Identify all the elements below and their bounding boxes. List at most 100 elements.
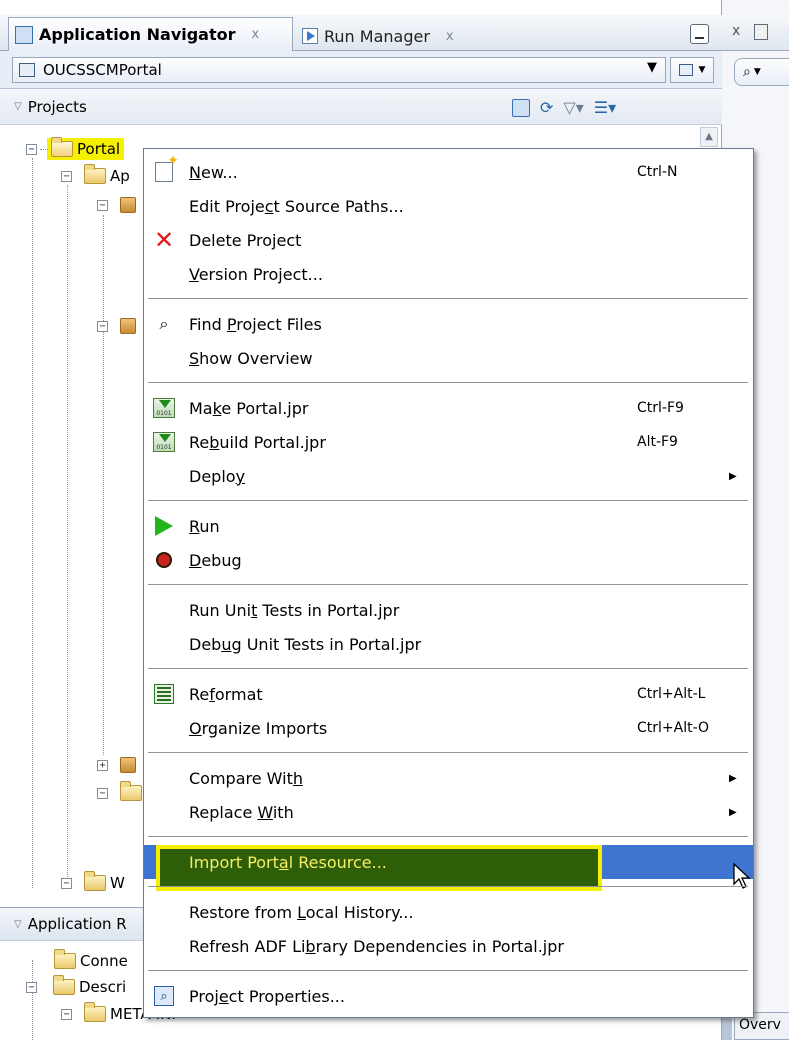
menu-item[interactable]: ⌕ Find Project Files bbox=[144, 307, 753, 341]
collapse-icon[interactable]: − bbox=[97, 787, 108, 799]
menu-item[interactable]: 0101 Make Portal.jpr Ctrl-F9 bbox=[144, 391, 753, 425]
menu-item-mnemonic: h bbox=[292, 768, 303, 788]
collapse-icon[interactable]: − bbox=[26, 981, 37, 993]
folder-icon bbox=[84, 871, 106, 891]
menu-item[interactable]: 0101 Rebuild Portal.jpr Alt-F9 bbox=[144, 425, 753, 459]
scroll-up-button[interactable]: ▲ bbox=[700, 127, 718, 147]
collapse-icon[interactable]: − bbox=[61, 170, 72, 182]
menu-item-mnemonic: L bbox=[297, 902, 306, 922]
application-selector[interactable]: OUCSSCMPortal ▼ bbox=[12, 57, 666, 83]
tree-item-descriptors[interactable]: − Descri bbox=[26, 974, 126, 1000]
menu-item-label-text: roject Files bbox=[236, 314, 322, 334]
menu-separator bbox=[148, 382, 748, 383]
menu-item-shortcut: Alt-F9 bbox=[637, 434, 678, 450]
tree-item-application-sources[interactable]: − Ap bbox=[61, 163, 130, 189]
chevron-down-icon[interactable]: ▼ bbox=[647, 60, 657, 75]
folder-icon bbox=[54, 949, 76, 969]
menu-item-label-text: ct Properties... bbox=[228, 986, 345, 1006]
menu-separator bbox=[148, 752, 748, 753]
menu-item-mnemonic: V bbox=[189, 264, 199, 284]
application-resources-header[interactable]: ▽ Application R bbox=[0, 907, 160, 941]
tab-run-manager[interactable]: Run Manager x bbox=[296, 21, 472, 51]
collapse-icon[interactable]: − bbox=[26, 143, 37, 155]
tree-item-package[interactable]: − bbox=[97, 192, 136, 218]
menu-item-label: Make Portal.jpr bbox=[189, 399, 308, 418]
tab-application-navigator[interactable]: Application Navigator x bbox=[8, 17, 293, 51]
collapse-icon[interactable]: − bbox=[61, 1008, 72, 1020]
folder-icon bbox=[53, 975, 75, 995]
folder-icon bbox=[120, 781, 142, 801]
menu-item[interactable]: Refresh ADF Library Dependencies in Port… bbox=[144, 929, 753, 963]
tree-item-package[interactable]: + bbox=[97, 752, 136, 778]
menu-item[interactable]: New... Ctrl-N bbox=[144, 153, 753, 189]
menu-item-mnemonic: W bbox=[257, 802, 273, 822]
application-menu-button[interactable]: ▼ bbox=[670, 57, 714, 83]
application-navigator-icon bbox=[15, 25, 33, 44]
menu-item-label-text: Re bbox=[189, 684, 210, 704]
menu-item[interactable]: Debug bbox=[144, 543, 753, 577]
tree-item-folder[interactable]: − bbox=[97, 780, 142, 806]
menu-item-label: New... bbox=[189, 163, 238, 182]
menu-item-label-text: Restore from bbox=[189, 902, 298, 922]
menu-separator bbox=[148, 836, 748, 837]
run-manager-icon bbox=[302, 28, 318, 44]
menu-item-mnemonic: u bbox=[221, 634, 232, 654]
close-icon[interactable]: x bbox=[732, 23, 740, 39]
menu-item-label-text: Import Port bbox=[189, 852, 279, 872]
expand-icon[interactable]: + bbox=[97, 759, 108, 771]
menu-item-label-text: rganize Imports bbox=[201, 718, 328, 738]
delete-icon: ✕ bbox=[153, 226, 175, 254]
projects-header[interactable]: ▽ Projects ⟳ ▽▾ ☰▾ bbox=[0, 89, 722, 125]
menu-separator bbox=[148, 584, 748, 585]
menu-item-label: Debug bbox=[189, 551, 242, 570]
search-icon[interactable] bbox=[512, 98, 530, 117]
menu-item-label: Reformat bbox=[189, 685, 263, 704]
menu-item-label: Deploy bbox=[189, 467, 245, 486]
submenu-arrow-icon: ▶ bbox=[729, 470, 737, 482]
tree-item-package[interactable]: − bbox=[97, 313, 136, 339]
minimize-button[interactable] bbox=[690, 24, 709, 44]
tree-item-portal[interactable]: − Portal bbox=[26, 136, 125, 162]
tree-item-label: W bbox=[110, 874, 125, 892]
tree-item-web-content[interactable]: − W bbox=[61, 870, 125, 896]
menu-item[interactable]: Compare With ▶ bbox=[144, 761, 753, 795]
debug-icon bbox=[152, 549, 176, 571]
menu-item[interactable]: Deploy ▶ bbox=[144, 459, 753, 493]
menu-item-label-text: Edit Proje bbox=[189, 196, 265, 216]
menu-item[interactable]: Version Project... bbox=[144, 257, 753, 291]
tree-item-connections[interactable]: Conne bbox=[40, 948, 128, 974]
menu-item-label-text: ith bbox=[272, 802, 294, 822]
menu-item[interactable]: Run bbox=[144, 509, 753, 543]
filter-icon[interactable]: ▽▾ bbox=[563, 98, 583, 117]
menu-item[interactable]: Show Overview bbox=[144, 341, 753, 375]
menu-item[interactable]: ⌕ Project Properties... bbox=[144, 979, 753, 1013]
menu-item-label-text: Delete Project bbox=[189, 230, 302, 250]
collapse-icon[interactable]: − bbox=[61, 877, 72, 889]
menu-item[interactable]: ✕ Delete Project bbox=[144, 223, 753, 257]
menu-item[interactable]: Edit Project Source Paths... bbox=[144, 189, 753, 223]
close-icon[interactable]: x bbox=[446, 29, 454, 44]
menu-item[interactable]: Reformat Ctrl+Alt-L bbox=[144, 677, 753, 711]
close-icon[interactable]: x bbox=[252, 27, 260, 42]
portal-project-node[interactable]: Portal bbox=[47, 137, 125, 160]
menu-item-label-text: Deplo bbox=[189, 466, 236, 486]
collapse-icon[interactable]: − bbox=[97, 199, 108, 211]
portal-project-label: Portal bbox=[77, 140, 121, 158]
menu-item[interactable]: Organize Imports Ctrl+Alt-O bbox=[144, 711, 753, 745]
options-icon[interactable]: ☰▾ bbox=[594, 98, 616, 117]
find-button[interactable]: ⌕ ▼ bbox=[734, 58, 789, 86]
menu-separator bbox=[148, 886, 748, 887]
menu-item[interactable]: Restore from Local History... bbox=[144, 895, 753, 929]
menu-item[interactable]: Import Portal Resource... bbox=[144, 845, 753, 889]
menu-item[interactable]: Replace With ▶ bbox=[144, 795, 753, 829]
menu-item[interactable]: Debug Unit Tests in Portal.jpr bbox=[144, 627, 753, 661]
menu-item-label-text: e Portal.jpr bbox=[221, 398, 309, 418]
projects-header-label: Projects bbox=[27, 97, 87, 116]
collapse-icon[interactable]: − bbox=[97, 320, 108, 332]
editor-tab-icon[interactable] bbox=[754, 24, 768, 40]
menu-item-label: Edit Project Source Paths... bbox=[189, 197, 404, 216]
menu-item-label: Replace With bbox=[189, 803, 294, 822]
tree-item-label: Ap bbox=[110, 167, 130, 185]
menu-item[interactable]: Run Unit Tests in Portal.jpr bbox=[144, 593, 753, 627]
sync-icon[interactable]: ⟳ bbox=[540, 98, 553, 117]
